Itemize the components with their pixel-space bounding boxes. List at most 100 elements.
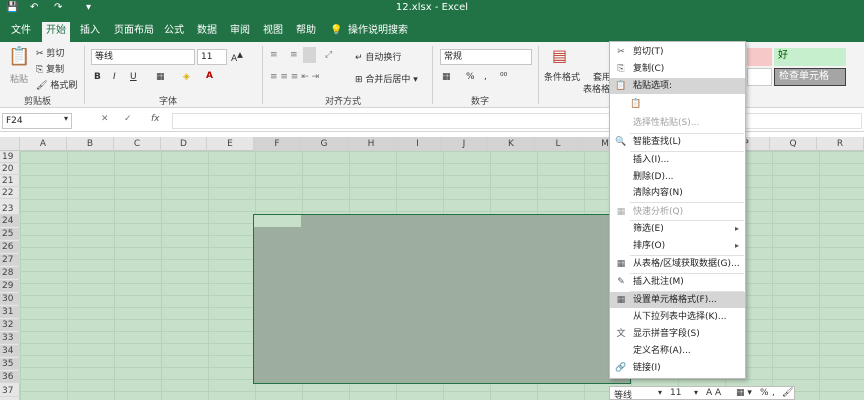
menu-item-phonetic[interactable]: 文显示拼音字段(S) — [610, 326, 745, 342]
percent-button[interactable]: % — [466, 72, 475, 82]
tab-formulas[interactable]: 公式 — [160, 22, 188, 42]
mini-currency-icon[interactable]: ▦ ▾ — [736, 388, 752, 398]
tell-me-search[interactable]: 操作说明搜索 — [344, 22, 412, 42]
align-top-icon[interactable]: ≡ — [270, 50, 278, 60]
mini-font-size[interactable]: 11 — [670, 388, 681, 398]
paste-icon[interactable]: 📋 — [8, 46, 30, 67]
mini-font-name[interactable]: 等线 — [614, 388, 632, 401]
menu-item-pick-from-list[interactable]: 从下拉列表中选择(K)... — [610, 309, 745, 325]
column-header[interactable]: J — [441, 137, 488, 151]
menu-item-filter[interactable]: 筛选(E) ▸ — [610, 221, 745, 237]
row-header[interactable]: 24 — [0, 215, 20, 227]
column-header[interactable]: D — [161, 137, 207, 151]
menu-item-insert-comment[interactable]: ✎ 插入批注(M) — [610, 274, 745, 290]
column-header[interactable]: L — [535, 137, 582, 151]
menu-item-format-cells[interactable]: ▦ 设置单元格格式(F)... — [610, 292, 745, 308]
name-box-dropdown-icon[interactable]: ▾ — [64, 114, 68, 123]
tab-help[interactable]: 帮助 — [292, 22, 320, 42]
menu-item-get-data[interactable]: ▦ 从表格/区域获取数据(G)... — [610, 256, 745, 272]
mini-grow-font-icon[interactable]: A A — [706, 388, 721, 398]
column-header[interactable]: F — [254, 137, 301, 151]
column-header[interactable]: K — [488, 137, 535, 151]
row-header[interactable]: 36 — [0, 371, 20, 383]
column-header[interactable]: G — [301, 137, 348, 151]
row-header[interactable]: 23 — [0, 203, 20, 215]
border-icon[interactable]: ▦ — [156, 72, 165, 82]
enter-icon[interactable]: ✓ — [124, 114, 132, 124]
column-header[interactable]: Q — [770, 137, 817, 151]
menu-item-cut[interactable]: ✂ 剪切(T) — [610, 44, 745, 60]
decimal-icon[interactable]: ⁰⁰ — [500, 72, 507, 82]
currency-icon[interactable]: ▦ — [442, 72, 451, 82]
conditional-format-icon[interactable]: ▤ — [552, 46, 567, 65]
row-header[interactable]: 28 — [0, 267, 20, 279]
italic-button[interactable]: I — [113, 72, 116, 82]
select-all-corner[interactable] — [0, 137, 20, 151]
row-header[interactable]: 20 — [0, 163, 20, 175]
style-good[interactable]: 好 — [774, 48, 846, 66]
menu-item-define-name[interactable]: 定义名称(A)... — [610, 343, 745, 359]
underline-button[interactable]: U — [130, 72, 137, 82]
column-header[interactable]: R — [817, 137, 864, 151]
format-painter-button[interactable]: 🖌 格式刷 — [36, 78, 77, 91]
menu-item-clear-contents[interactable]: 清除内容(N) — [610, 185, 745, 201]
fill-color-icon[interactable]: ◈ — [183, 72, 190, 82]
row-header[interactable]: 26 — [0, 241, 20, 253]
row-header[interactable]: 34 — [0, 345, 20, 357]
mini-size-dropdown-icon[interactable]: ▾ — [694, 388, 698, 397]
font-size-select[interactable]: 11 — [197, 49, 227, 65]
mini-format-painter-icon[interactable]: 🖌 — [782, 388, 793, 398]
column-header[interactable]: I — [395, 137, 441, 151]
style-check-cell[interactable]: 检查单元格 — [774, 68, 846, 86]
merge-center-button[interactable]: ⊞ 合并后居中 ▾ — [355, 72, 418, 85]
row-header[interactable]: 30 — [0, 293, 20, 305]
font-color-icon[interactable]: A — [206, 71, 213, 81]
selected-range[interactable] — [253, 214, 631, 384]
menu-item-link[interactable]: 🔗 链接(I) — [610, 360, 745, 376]
tab-review[interactable]: 审阅 — [226, 22, 254, 42]
align-bottom-icon[interactable] — [303, 47, 316, 63]
menu-item-smart-lookup[interactable]: 🔍 智能查找(L) — [610, 134, 745, 150]
tab-insert[interactable]: 插入 — [76, 22, 104, 42]
mini-comma-button[interactable]: , — [772, 388, 775, 398]
row-header[interactable]: 22 — [0, 187, 20, 199]
tab-file[interactable]: 文件 — [7, 22, 35, 42]
number-format-select[interactable]: 常规 — [440, 49, 532, 65]
menu-item-insert[interactable]: 插入(I)... — [610, 152, 745, 168]
column-header[interactable]: C — [114, 137, 161, 151]
paste-button[interactable]: 粘贴 — [10, 72, 28, 85]
row-header[interactable]: 32 — [0, 319, 20, 331]
row-header[interactable]: 35 — [0, 358, 20, 370]
column-header[interactable]: B — [67, 137, 114, 151]
name-box[interactable]: F24 — [2, 113, 72, 129]
style-bad-swatch[interactable] — [747, 48, 772, 66]
font-name-select[interactable]: 等线 — [91, 49, 195, 65]
tab-home[interactable]: 开始 — [42, 22, 70, 42]
style-normal-swatch[interactable] — [747, 68, 772, 86]
align-left-icon[interactable]: ≡ ≡ ≡ ⇤ ⇥ — [270, 72, 319, 82]
row-header[interactable]: 29 — [0, 280, 20, 292]
menu-item-copy[interactable]: ⎘ 复制(C) — [610, 61, 745, 77]
column-header[interactable]: E — [207, 137, 254, 151]
menu-item-sort[interactable]: 排序(O) ▸ — [610, 238, 745, 254]
conditional-format-button[interactable]: 条件格式 — [544, 70, 580, 83]
orientation-icon[interactable]: ⤢ — [325, 50, 332, 60]
align-middle-icon[interactable]: ≡ — [290, 50, 298, 60]
row-header[interactable]: 19 — [0, 151, 20, 163]
mini-font-dropdown-icon[interactable]: ▾ — [658, 388, 662, 397]
cut-button[interactable]: ✂ 剪切 — [36, 46, 64, 59]
bold-button[interactable]: B — [94, 72, 101, 82]
formula-input[interactable] — [172, 113, 862, 129]
copy-button[interactable]: ⎘ 复制 — [36, 62, 64, 75]
comma-button[interactable]: , — [484, 72, 487, 82]
grow-font-icon[interactable]: A▲ — [231, 50, 243, 64]
column-header[interactable]: H — [348, 137, 395, 151]
row-header[interactable]: 33 — [0, 332, 20, 344]
wrap-text-button[interactable]: ↵ 自动换行 — [355, 50, 401, 63]
row-header[interactable]: 27 — [0, 254, 20, 266]
row-header[interactable]: 31 — [0, 306, 20, 318]
insert-function-icon[interactable]: fx — [151, 114, 160, 124]
menu-item-delete[interactable]: 删除(D)... — [610, 169, 745, 185]
row-header[interactable]: 21 — [0, 175, 20, 187]
active-cell[interactable] — [254, 215, 301, 227]
